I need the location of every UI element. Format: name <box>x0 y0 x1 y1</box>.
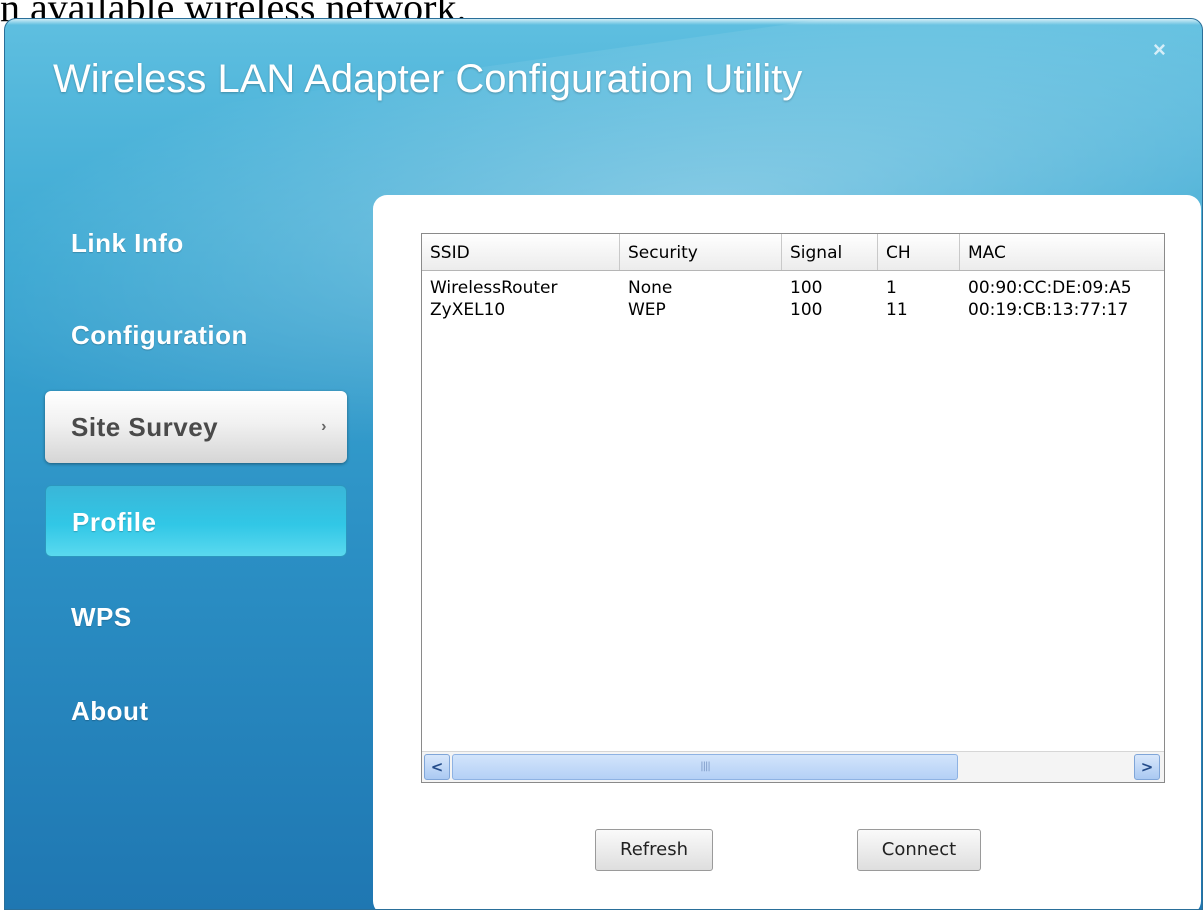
sidebar-item-label: Site Survey <box>71 412 219 442</box>
sidebar-item-link-info[interactable]: Link Info <box>45 207 347 279</box>
cell-ssid: WirelessRouter <box>430 278 558 298</box>
cell-channel: 11 <box>886 300 908 320</box>
horizontal-scrollbar[interactable]: < |||| > <box>422 751 1164 782</box>
cell-security: WEP <box>628 300 666 320</box>
sidebar-item-label: Profile <box>72 507 157 537</box>
cell-signal: 100 <box>790 278 823 298</box>
sidebar-item-site-survey[interactable]: Site Survey › <box>45 391 347 463</box>
sidebar-item-label: Configuration <box>71 320 248 350</box>
cell-channel: 1 <box>886 278 897 298</box>
scroll-thumb[interactable]: |||| <box>452 754 958 780</box>
scroll-left-icon[interactable]: < <box>424 754 450 780</box>
sidebar-item-wps[interactable]: WPS <box>45 581 347 653</box>
column-header-security[interactable]: Security <box>620 234 782 270</box>
column-header-mac[interactable]: MAC <box>960 234 1164 270</box>
table-row[interactable]: ZyXEL10 WEP 100 11 00:19:CB:13:77:17 <box>422 298 1164 322</box>
app-window: Wireless LAN Adapter Configuration Utili… <box>4 18 1203 910</box>
connect-button[interactable]: Connect <box>857 829 981 871</box>
content-panel: SSID Security Signal CH MAC WirelessRout… <box>373 195 1201 909</box>
cell-ssid: ZyXEL10 <box>430 300 506 320</box>
sidebar-item-about[interactable]: About <box>45 675 347 747</box>
cell-signal: 100 <box>790 300 823 320</box>
column-header-signal[interactable]: Signal <box>782 234 878 270</box>
cell-mac: 00:90:CC:DE:09:A5 <box>968 278 1132 298</box>
cell-security: None <box>628 278 673 298</box>
column-header-ssid[interactable]: SSID <box>422 234 620 270</box>
refresh-button[interactable]: Refresh <box>595 829 713 871</box>
column-header-ch[interactable]: CH <box>878 234 960 270</box>
window-title: Wireless LAN Adapter Configuration Utili… <box>53 57 803 101</box>
sidebar-item-profile[interactable]: Profile <box>45 485 347 557</box>
cell-mac: 00:19:CB:13:77:17 <box>968 300 1129 320</box>
chevron-right-icon: › <box>321 418 327 435</box>
close-icon[interactable]: × <box>1153 37 1166 63</box>
sidebar-item-label: Link Info <box>71 228 184 258</box>
network-list[interactable]: SSID Security Signal CH MAC WirelessRout… <box>421 233 1165 783</box>
list-header: SSID Security Signal CH MAC <box>422 234 1164 271</box>
sidebar-item-label: WPS <box>71 602 132 632</box>
sidebar-item-label: About <box>71 696 149 726</box>
table-row[interactable]: WirelessRouter None 100 1 00:90:CC:DE:09… <box>422 276 1164 300</box>
scroll-right-icon[interactable]: > <box>1134 754 1160 780</box>
sidebar-item-configuration[interactable]: Configuration <box>45 299 347 371</box>
